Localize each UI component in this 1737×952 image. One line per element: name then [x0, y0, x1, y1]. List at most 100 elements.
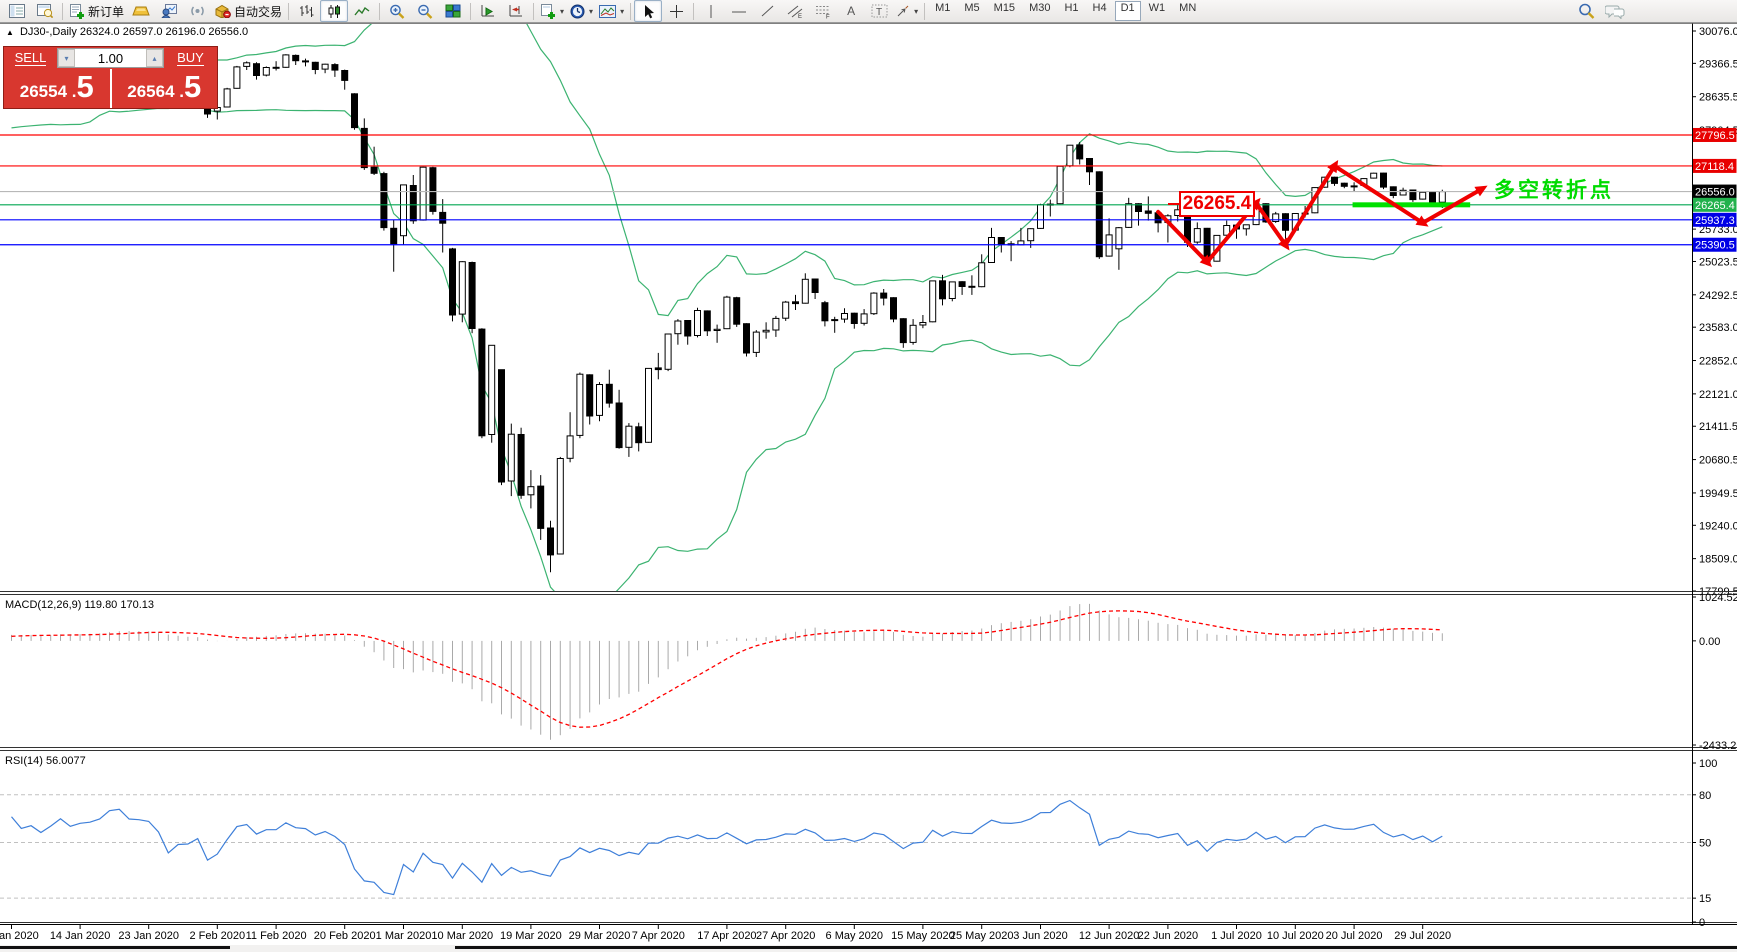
candle-body [891, 298, 897, 319]
bid-price-box[interactable]: 26554 . 5 [4, 69, 110, 108]
candle-body [744, 324, 750, 353]
candle-body [812, 279, 818, 293]
price-axis-label: 24292.5 [1699, 290, 1737, 302]
price-axis-label: 25023.5 [1699, 256, 1737, 268]
price-axis-label: 21411.5 [1699, 421, 1737, 433]
candle-body [802, 279, 808, 303]
candle-body [969, 286, 975, 287]
candle-body [783, 302, 789, 318]
rsi-line [12, 801, 1443, 895]
macd-axis-label: 0.00 [1699, 636, 1720, 648]
candle-body [695, 311, 701, 336]
candle-body [1038, 205, 1044, 229]
horizontal-scrollbar[interactable] [0, 945, 1737, 952]
candle-body [832, 320, 838, 321]
candles [9, 54, 1446, 572]
rsi-axis-label: 100 [1699, 758, 1717, 770]
candle-body [1126, 204, 1132, 228]
candle-body [254, 64, 260, 76]
volume-decrease-button[interactable]: ▾ [58, 49, 75, 67]
bid-dot: . [67, 82, 76, 102]
candle-body [949, 282, 955, 299]
candle-body [577, 374, 583, 435]
candle-body [1351, 186, 1357, 187]
bid-price-frac: 5 [76, 69, 93, 105]
candle-body [910, 325, 916, 342]
candle-body [665, 334, 671, 369]
candle-body [959, 282, 965, 287]
scrollbar-segment[interactable] [455, 946, 1737, 949]
bollinger-upper-band [12, 0, 1443, 316]
caret-up-icon: ▴ [152, 54, 156, 63]
candle-body [793, 302, 799, 304]
candle-body [998, 238, 1004, 245]
price-axis-label: 23583.0 [1699, 322, 1737, 334]
candle-body [293, 55, 299, 60]
price-level-badge-label: 26556.0 [1695, 187, 1735, 199]
date-axis-label: 12 Jun 2020 [1079, 930, 1140, 942]
candle-body [842, 314, 848, 320]
candle-body [900, 319, 906, 343]
candle-body [773, 318, 779, 330]
ask-price-box[interactable]: 26564 . 5 [112, 69, 218, 108]
macd-indicator-label: MACD(12,26,9) 119.80 170.13 [5, 599, 154, 611]
price-axis-label: 20680.5 [1699, 455, 1737, 467]
candle-body [714, 329, 720, 330]
volume-spinner: ▾ 1.00 ▴ [57, 48, 164, 68]
buy-button[interactable]: BUY [164, 47, 217, 69]
candle-body [273, 67, 279, 68]
candle-body [479, 329, 485, 436]
candle-body [224, 89, 230, 107]
candle-body [1145, 211, 1151, 213]
rsi-axis-label: 80 [1699, 790, 1711, 802]
volume-increase-button[interactable]: ▴ [146, 49, 163, 67]
candle-body [538, 486, 544, 528]
candle-body [636, 427, 642, 443]
date-axis-label: 29 Mar 2020 [569, 930, 631, 942]
candle-body [861, 314, 867, 323]
price-axis-label: 22121.0 [1699, 389, 1737, 401]
volume-input[interactable]: 1.00 [75, 49, 146, 67]
candle-body [469, 263, 475, 329]
candle-body [557, 459, 563, 555]
date-axis-label: 20 Feb 2020 [314, 930, 376, 942]
candle-body [1067, 145, 1073, 166]
candle-body [724, 297, 730, 329]
candle-body [646, 368, 652, 442]
rsi-indicator-label: RSI(14) 56.0077 [5, 755, 86, 767]
candle-body [361, 128, 367, 167]
scrollbar-segment[interactable] [0, 946, 230, 949]
chart-canvas[interactable]: 30076.029366.528635.527904.525733.025023… [0, 0, 1737, 952]
date-axis-label: 27 Apr 2020 [756, 930, 815, 942]
date-axis-label: 5 Jan 2020 [0, 930, 39, 942]
date-axis-label: 11 Feb 2020 [246, 930, 307, 942]
candle-body [234, 67, 240, 88]
candle-body [685, 321, 691, 337]
turning-point-note[interactable]: 多空转折点 [1494, 174, 1614, 204]
candle-body [606, 384, 612, 403]
candle-body [1430, 192, 1436, 202]
candle-body [303, 61, 309, 62]
candle-body [1194, 229, 1200, 243]
ohlc-values-label: 26324.0 26597.0 26196.0 26556.0 [80, 26, 248, 38]
candle-body [822, 303, 828, 321]
candle-body [244, 63, 250, 67]
candle-body [450, 249, 456, 315]
macd-axis-label: 1024.52 [1699, 592, 1737, 604]
candle-body [1028, 229, 1034, 241]
ask-price-int: 26564 [127, 82, 174, 102]
macd-signal-line [12, 611, 1443, 727]
symbol-period-label: DJ30-,Daily [20, 26, 77, 38]
date-axis-label: 15 May 2020 [891, 930, 955, 942]
collapse-triangle-icon[interactable]: ▲ [6, 28, 14, 37]
candle-body [440, 212, 446, 223]
candle-body [263, 68, 269, 76]
sell-button[interactable]: SELL [4, 47, 57, 69]
candle-body [518, 435, 524, 496]
candle-body [930, 281, 936, 322]
price-tag-annotation[interactable]: 26265.4 [1179, 191, 1255, 217]
candle-body [391, 228, 397, 244]
candle-body [459, 262, 465, 314]
candle-body [1371, 173, 1377, 178]
candle-body [420, 167, 426, 220]
